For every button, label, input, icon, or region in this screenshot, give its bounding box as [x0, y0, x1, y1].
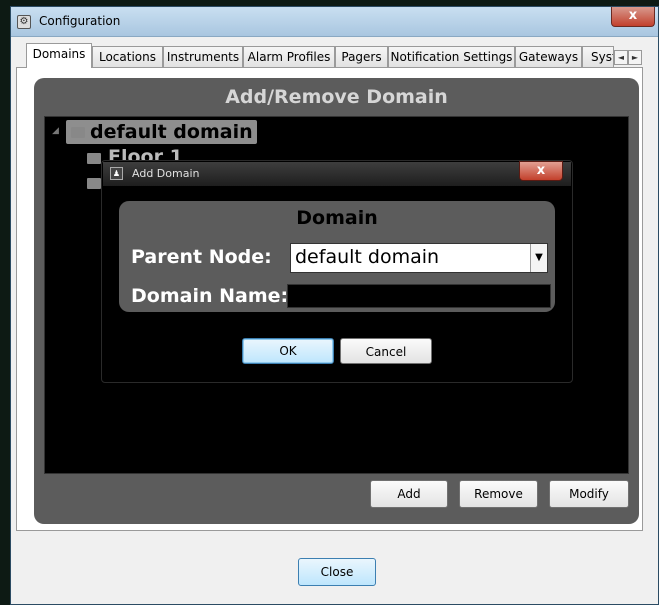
folder-icon: [87, 178, 101, 189]
tree-node-default-domain[interactable]: default domain: [66, 120, 257, 144]
tab-alarm-profiles[interactable]: Alarm Profiles: [243, 46, 335, 67]
tree-node-label: default domain: [90, 121, 253, 143]
modify-button[interactable]: Modify: [549, 480, 629, 508]
parent-node-label: Parent Node:: [131, 246, 272, 268]
tab-notification-settings[interactable]: Notification Settings: [388, 46, 515, 67]
tab-scroll-left-icon[interactable]: ◄: [614, 50, 628, 65]
expand-icon[interactable]: ◢: [52, 127, 60, 136]
parent-node-value: default domain: [295, 246, 440, 268]
folder-icon: [87, 153, 101, 164]
close-button[interactable]: Close: [298, 558, 376, 586]
domain-name-label: Domain Name:: [131, 285, 289, 307]
domain-heading: Domain: [296, 207, 378, 229]
folder-icon: [71, 127, 85, 138]
tab-locations[interactable]: Locations: [92, 46, 163, 67]
panel-title: Add/Remove Domain: [225, 86, 448, 108]
window-title: Configuration: [39, 14, 121, 28]
tab-domains[interactable]: Domains: [26, 43, 92, 68]
tab-scroll-right-icon[interactable]: ►: [628, 50, 642, 65]
add-button[interactable]: Add: [370, 480, 448, 508]
tab-pagers[interactable]: Pagers: [335, 46, 388, 67]
tab-system[interactable]: Syst: [582, 46, 614, 67]
ok-button[interactable]: OK: [242, 338, 334, 364]
chevron-down-icon[interactable]: ▼: [530, 244, 547, 272]
dialog-title: Add Domain: [132, 167, 200, 180]
gear-icon: ⚙: [17, 15, 31, 29]
users-icon: ♟: [110, 167, 123, 180]
domain-name-input[interactable]: [287, 284, 551, 308]
tab-gateways[interactable]: Gateways: [515, 46, 582, 67]
cancel-button[interactable]: Cancel: [340, 338, 432, 364]
window-close-button[interactable]: x: [611, 7, 655, 27]
dialog-close-button[interactable]: x: [519, 161, 563, 181]
tab-instruments[interactable]: Instruments: [163, 46, 243, 67]
remove-button[interactable]: Remove: [459, 480, 538, 508]
title-bar: ⚙ Configuration x: [11, 7, 658, 37]
